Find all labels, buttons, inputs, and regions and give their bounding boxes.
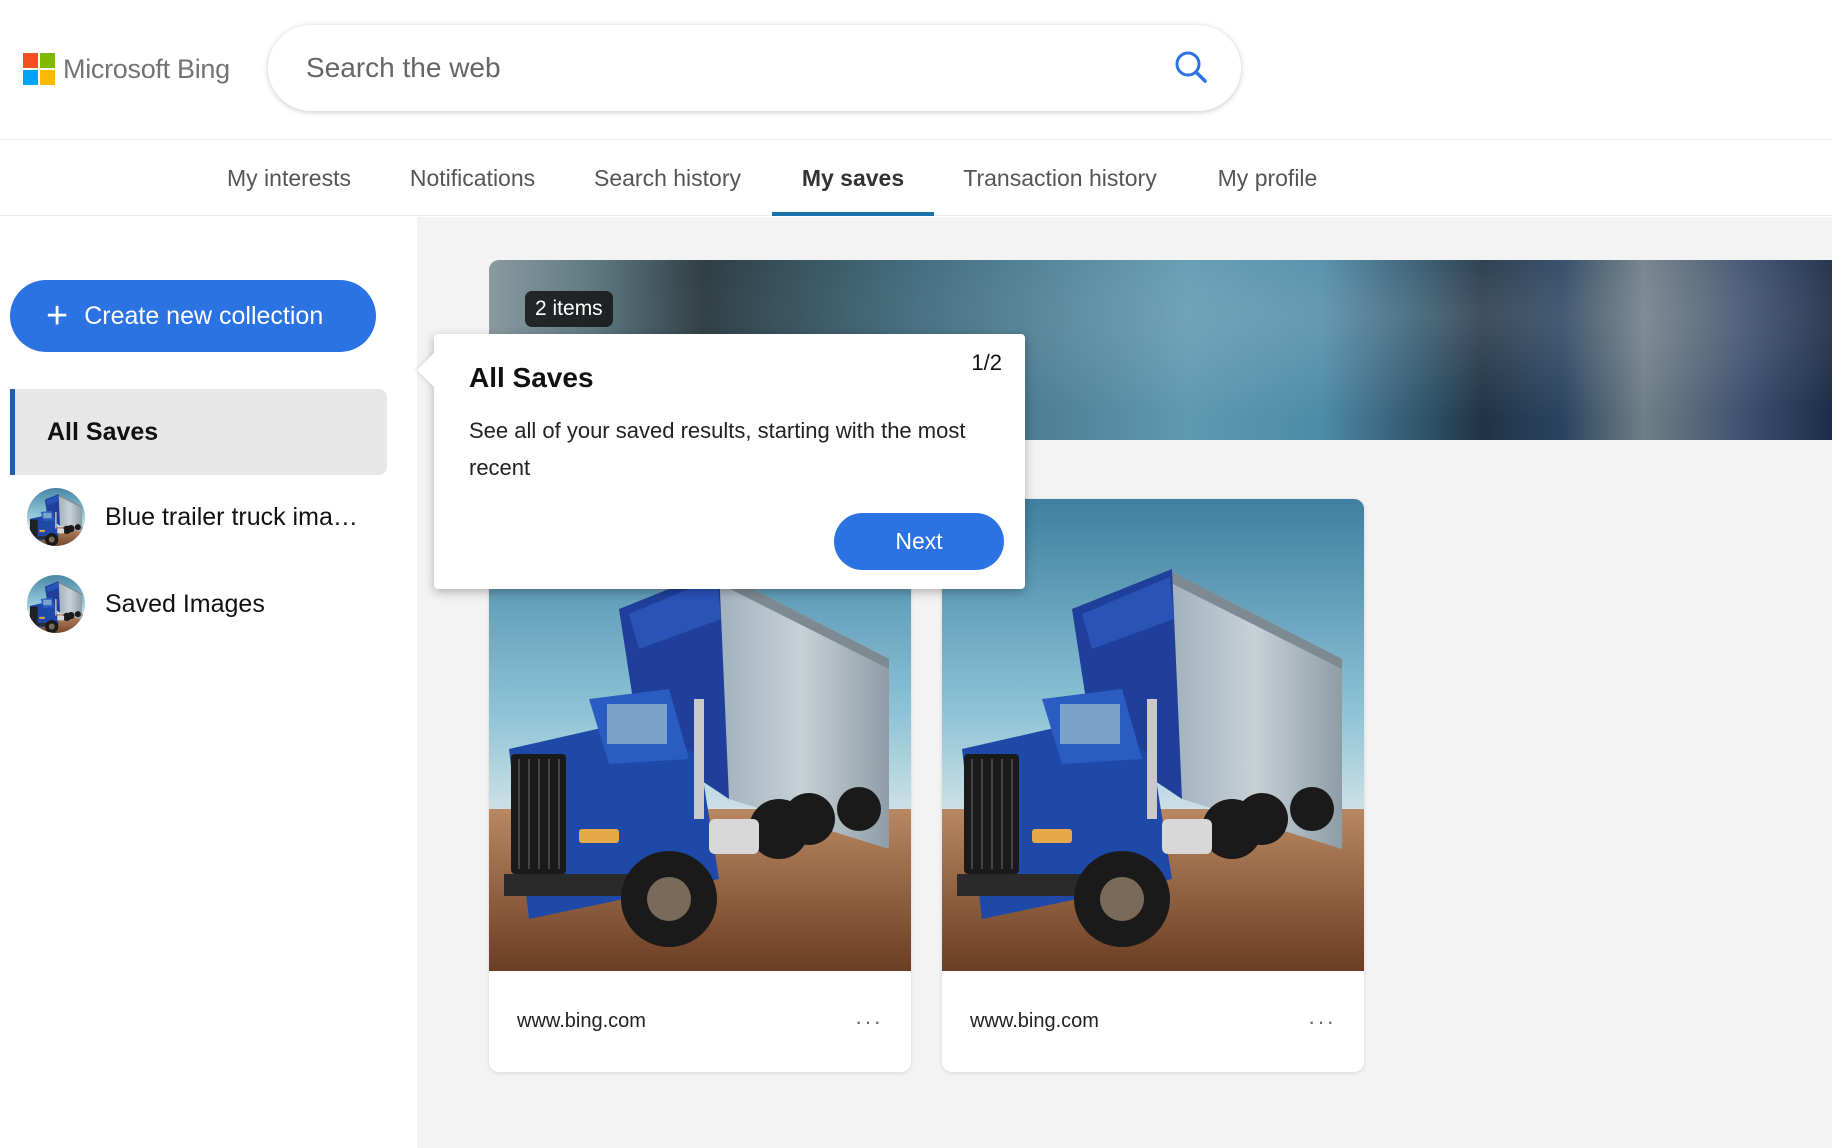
- card-source-url[interactable]: www.bing.com: [517, 1010, 646, 1033]
- items-count-badge: 2 items: [525, 291, 613, 327]
- more-options-icon[interactable]: ···: [1308, 1009, 1336, 1035]
- collection-label: Blue trailer truck ima…: [105, 502, 358, 531]
- sidebar-item-collection[interactable]: Blue trailer truck ima…: [27, 487, 387, 547]
- more-options-icon[interactable]: ···: [855, 1009, 883, 1035]
- tab-my-profile[interactable]: My profile: [1200, 141, 1335, 216]
- microsoft-logo-icon: [23, 53, 55, 85]
- onboarding-tooltip: All Saves 1/2 See all of your saved resu…: [434, 334, 1025, 589]
- tooltip-step-counter: 1/2: [971, 350, 1002, 375]
- card-source-url[interactable]: www.bing.com: [970, 1010, 1099, 1033]
- truck-thumbnail: [27, 575, 85, 633]
- tab-search-history[interactable]: Search history: [575, 141, 760, 216]
- header: Microsoft Bing: [0, 0, 1832, 140]
- search-icon[interactable]: [1171, 47, 1211, 87]
- create-collection-label: Create new collection: [84, 301, 324, 330]
- truck-thumbnail: [27, 488, 85, 546]
- sidebar-item-collection[interactable]: Saved Images: [27, 574, 387, 634]
- search-bar[interactable]: [268, 25, 1241, 111]
- collection-label: Saved Images: [105, 589, 265, 618]
- tab-notifications[interactable]: Notifications: [395, 141, 550, 216]
- tab-my-saves[interactable]: My saves: [772, 141, 934, 216]
- tooltip-title: All Saves: [469, 362, 594, 393]
- brand-name: Microsoft Bing: [63, 53, 230, 84]
- bing-logo[interactable]: Microsoft Bing: [23, 51, 230, 87]
- collections-sidebar: + Create new collection All Saves Blue t…: [0, 217, 417, 1148]
- next-button[interactable]: Next: [834, 513, 1004, 570]
- sidebar-item-all-saves[interactable]: All Saves: [10, 389, 387, 475]
- search-input[interactable]: [306, 52, 1106, 84]
- tab-my-interests[interactable]: My interests: [207, 141, 371, 216]
- create-collection-button[interactable]: + Create new collection: [10, 280, 376, 352]
- tooltip-description: See all of your saved results, starting …: [469, 418, 966, 480]
- plus-icon: +: [46, 295, 69, 337]
- tab-transaction-history[interactable]: Transaction history: [950, 141, 1170, 216]
- account-tabs: My interests Notifications Search histor…: [0, 141, 1832, 216]
